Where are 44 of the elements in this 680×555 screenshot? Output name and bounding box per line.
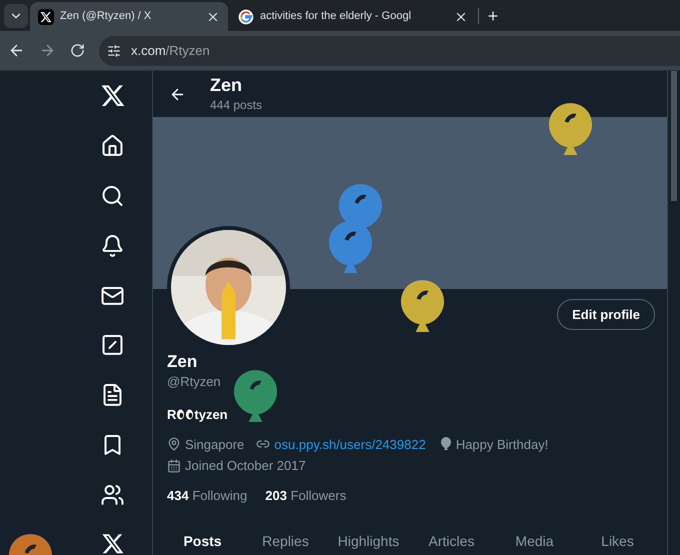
x-logo-icon [100, 83, 126, 108]
birthday-text: Happy Birthday! [456, 436, 548, 454]
bio-text: tyzen [194, 406, 228, 424]
followers-link[interactable]: 203 Followers [265, 486, 346, 505]
profile-tab[interactable]: Articles [410, 527, 493, 555]
bio-text: R [167, 406, 176, 424]
bell-icon[interactable] [100, 234, 125, 258]
tab-list-button[interactable] [4, 4, 28, 28]
profile-handle: @Rtyzen [167, 373, 222, 391]
location-text: Singapore [185, 436, 244, 454]
profile-tab[interactable]: Likes [576, 527, 659, 555]
people-icon[interactable] [100, 483, 125, 508]
x-logo-icon [38, 8, 54, 24]
forward-icon[interactable] [39, 42, 56, 59]
post-count: 444 posts [210, 97, 262, 114]
balloon-icon [440, 437, 452, 452]
google-icon [238, 8, 254, 24]
browser-tab[interactable]: activities for the elderly - Googl [230, 2, 476, 31]
eyes-icon [176, 409, 194, 420]
profile-tab[interactable]: Posts [161, 527, 244, 555]
address-bar[interactable]: x.com/Rtyzen [99, 36, 680, 66]
url-text: x.com/Rtyzen [131, 42, 210, 60]
tab-title: activities for the elderly - Googl [260, 9, 412, 24]
profile-tab[interactable]: Highlights [327, 527, 410, 555]
back-icon[interactable] [8, 42, 25, 59]
slash-square-icon[interactable] [100, 333, 125, 358]
x-logo-icon [101, 532, 125, 555]
profile-name: Zen [167, 351, 198, 373]
calendar-icon [167, 458, 181, 473]
home-icon[interactable] [100, 134, 125, 158]
new-tab-button[interactable]: + [481, 4, 505, 28]
browser-tab[interactable]: Zen (@Rtyzen) / X [30, 2, 228, 31]
profile-tab[interactable]: Replies [244, 527, 327, 555]
following-link[interactable]: 434 Following [167, 486, 248, 505]
website-link[interactable]: osu.ppy.sh/users/2439822 [274, 434, 426, 454]
joined-text: Joined October 2017 [185, 457, 306, 475]
location-icon [167, 437, 181, 452]
site-settings-icon[interactable] [107, 44, 121, 58]
header-name: Zen [210, 74, 244, 96]
tab-title: Zen (@Rtyzen) / X [60, 9, 152, 24]
reload-icon[interactable] [70, 43, 85, 58]
search-icon[interactable] [100, 184, 125, 208]
profile-tab[interactable]: Media [493, 527, 576, 555]
edit-profile-button[interactable]: Edit profile [557, 299, 655, 330]
